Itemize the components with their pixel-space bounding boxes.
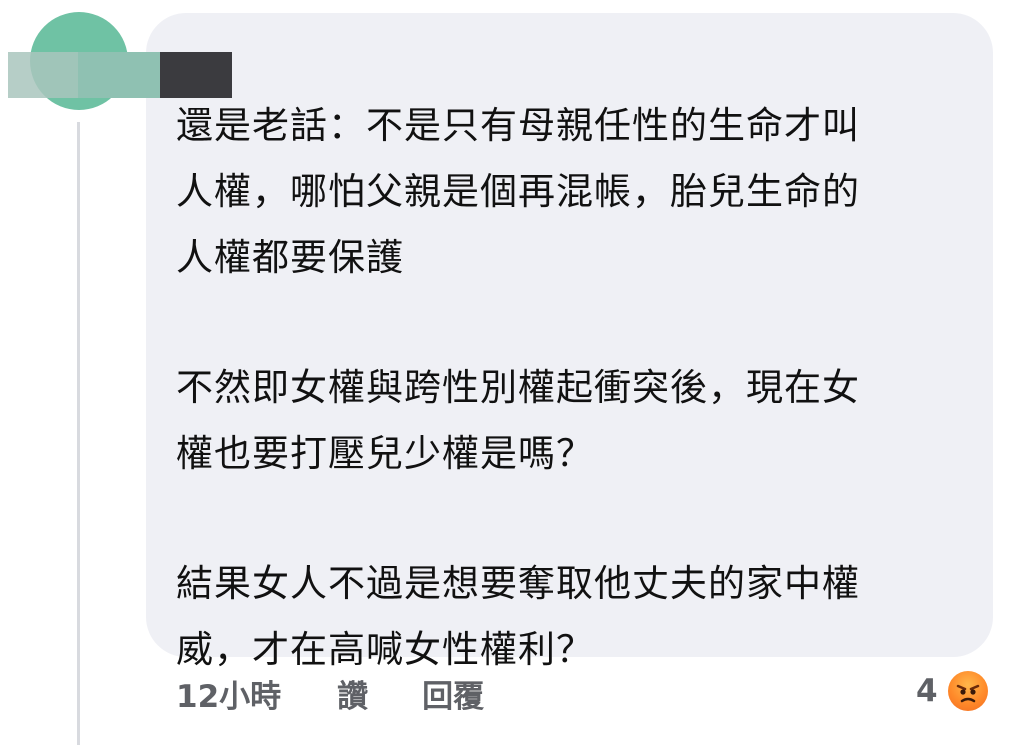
redacted-name-block (78, 52, 160, 98)
comment-paragraph-3: 結果女人不過是想要奪取他丈夫的家中權 威，才在高喊女性權利？ (176, 562, 860, 671)
comment-bubble: 還是老話：不是只有母親任性的生命才叫 人權，哪怕父親是個再混帳，胎兒生命的 人權… (146, 13, 993, 671)
reaction-count: 4 (916, 673, 938, 709)
reaction-summary[interactable]: 4 (916, 668, 988, 714)
thread-line (77, 122, 80, 745)
reply-button[interactable]: 回覆 (422, 671, 484, 716)
like-button[interactable]: 讚 (337, 671, 368, 716)
comment-paragraph-1: 還是老話：不是只有母親任性的生命才叫 人權，哪怕父親是個再混帳，胎兒生命的 人權… (176, 104, 860, 279)
angry-reaction-icon (947, 671, 988, 711)
comment-actions: 12小時 讚 回覆 (176, 670, 484, 716)
comment-paragraph-2: 不然即女權與跨性別權起衝突後，現在女 權也要打壓兒少權是嗎？ (176, 366, 860, 475)
redacted-name-block (8, 52, 78, 98)
timestamp[interactable]: 12小時 (176, 671, 281, 716)
redacted-name-block (160, 52, 232, 98)
